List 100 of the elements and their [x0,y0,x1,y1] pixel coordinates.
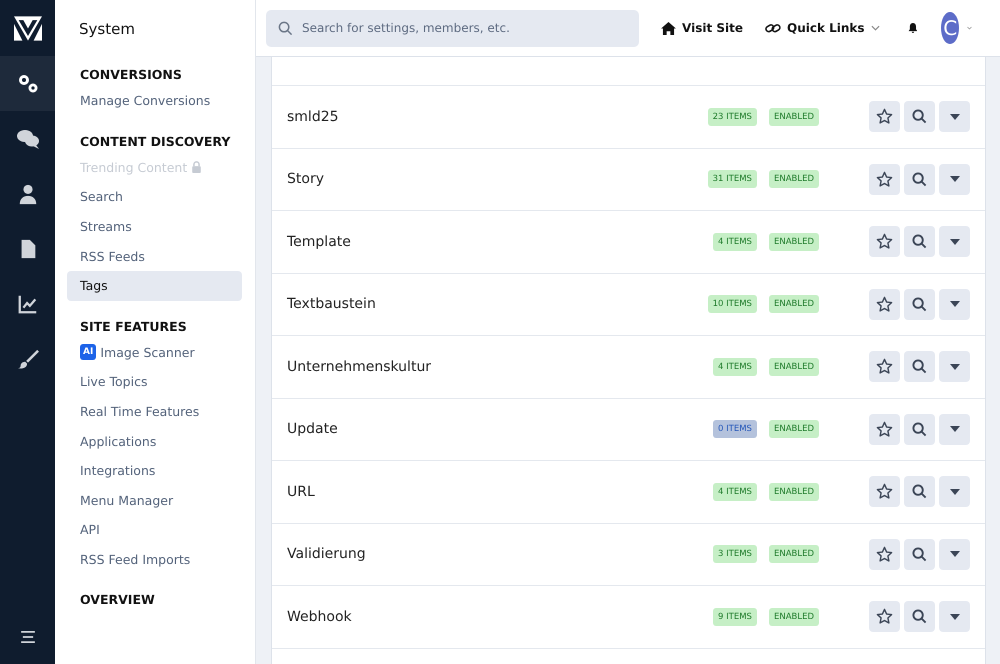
search-icon [912,234,927,250]
tag-name: Story [287,171,325,188]
favorite-button[interactable] [869,226,900,258]
search-button[interactable] [904,226,935,258]
home-icon [661,22,676,34]
item-label: Integrations [80,463,156,478]
sidebar-title: System [79,20,136,38]
status-badge: ENABLED [768,482,819,501]
favorite-button[interactable] [869,476,900,508]
search-button[interactable] [904,476,935,508]
dropdown-button[interactable] [939,601,970,632]
logo-icon[interactable] [14,16,42,41]
search-button[interactable] [904,164,935,195]
search-icon [912,109,927,124]
search-button[interactable] [904,414,935,445]
item-count-badge: 3 ITEMS [713,545,757,564]
sidebar-item[interactable]: Integrations [67,456,242,486]
item-label: Streams [80,219,132,234]
star-icon [876,108,893,126]
sidebar-item[interactable]: Manage Conversions [67,86,242,116]
caret-icon [950,176,960,182]
sidebar-item[interactable]: Search [67,182,242,212]
favorite-button[interactable] [869,288,900,320]
item-label: Search [80,189,123,204]
search-button[interactable] [904,351,935,382]
chevron-icon[interactable] [967,25,972,31]
search-icon [912,422,927,437]
item-count-badge: 23 ITEMS [708,108,757,126]
dropdown-button[interactable] [939,226,970,258]
item-count-badge: 4 ITEMS [713,232,757,251]
dropdown-button[interactable] [939,476,970,508]
item-label: Tags [80,278,108,294]
sidebar-item[interactable]: Streams [67,212,242,242]
section-heading: SITE FEATURES [79,318,188,334]
section-heading: CONVERSIONS [79,67,183,82]
dropdown-button[interactable] [939,288,970,320]
item-label: Trending Content [80,160,188,175]
star-icon [876,420,893,438]
item-label: RSS Feed Imports [80,552,190,568]
sidebar-item[interactable]: Live Topics [67,367,242,397]
sidebar-item[interactable]: AI Image Scanner [67,338,242,368]
dropdown-button[interactable] [939,351,970,382]
star-icon [876,483,893,500]
favorite-button[interactable] [869,601,900,632]
dropdown-button[interactable] [939,538,970,570]
caret-icon [950,114,960,120]
item-label: Image Scanner [100,344,195,360]
favorite-button[interactable] [869,351,900,382]
item-label: API [80,522,100,538]
item-label: Applications [80,434,156,449]
dropdown-button[interactable] [939,414,970,445]
sidebar-item[interactable]: Menu Manager [67,486,242,516]
item-count-badge: 10 ITEMS [708,295,757,314]
star-icon [876,546,893,563]
search-icon [912,609,927,624]
search-button[interactable] [904,601,935,632]
tag-name: Textbaustein [287,296,377,312]
star-icon [876,296,893,313]
caret-icon [950,614,960,620]
search-field[interactable]: Search for settings, members, etc. [266,10,639,46]
sidebar-item[interactable]: Applications [67,426,242,456]
sidebar-item[interactable]: API [67,515,242,545]
tag-name: Webhook [287,608,353,625]
star-icon [876,170,893,188]
favorite-button[interactable] [869,164,900,195]
user-avatar[interactable]: C [941,12,960,44]
star-icon [876,358,893,376]
tag-name: Unternehmenskultur [287,358,432,375]
sidebar-item[interactable]: Real Time Features [67,396,242,426]
section-heading: OVERVIEW [79,592,156,608]
link-icon [765,22,781,34]
chevron-icon [870,25,880,31]
sidebar-item[interactable]: Tags [67,270,242,301]
favorite-button[interactable] [869,538,900,570]
dropdown-button[interactable] [939,101,970,132]
caret-icon [950,301,960,308]
search-button[interactable] [904,288,935,320]
tag-name: Template [287,234,352,250]
caret-icon [950,426,960,432]
tag-name: Update [287,421,339,438]
search-button[interactable] [904,101,935,132]
search-icon [912,359,927,374]
status-badge: ENABLED [768,545,819,564]
quick-links-menu[interactable]: Quick Links [765,21,880,35]
sidebar-item[interactable]: RSS Feeds [67,241,242,271]
search-icon [912,546,927,562]
item-count-badge: 4 ITEMS [713,358,757,376]
search-button[interactable] [904,538,935,570]
item-count-badge: 0 ITEMS [713,420,757,438]
sidebar-item[interactable]: RSS Feed Imports [67,544,242,574]
item-label: RSS Feeds [80,248,145,264]
visit-site-link[interactable]: Visit Site [661,21,743,35]
ai-badge: AI [80,344,96,360]
status-badge: ENABLED [768,232,819,251]
item-count-badge: 9 ITEMS [713,608,757,626]
status-badge: ENABLED [768,358,819,376]
section-heading: CONTENT DISCOVERY [79,134,232,149]
dropdown-button[interactable] [939,164,970,195]
favorite-button[interactable] [869,414,900,445]
favorite-button[interactable] [869,101,900,132]
